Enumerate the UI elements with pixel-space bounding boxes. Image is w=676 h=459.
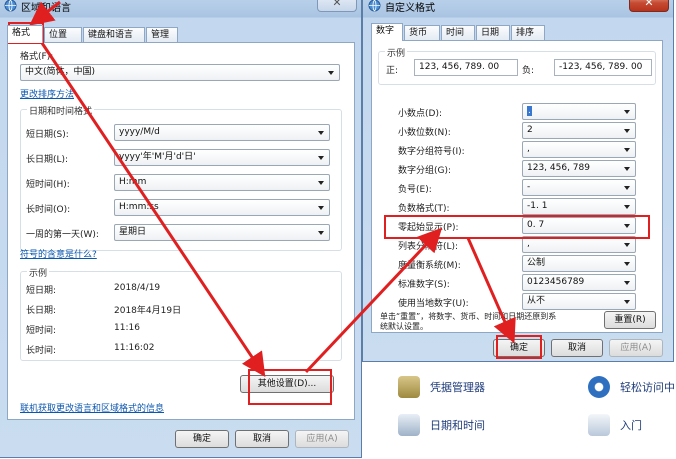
accessibility-icon	[588, 376, 610, 398]
negative-format-label: 负数格式(T):	[398, 204, 450, 214]
left-titlebar: 区域和语言 ✕	[0, 0, 361, 17]
right-window-title: 自定义格式	[385, 3, 435, 14]
example-group-title: 示例	[27, 266, 50, 279]
negative-format-dropdown[interactable]: -1. 1	[522, 198, 636, 215]
example-short-time-value: 11:16	[114, 323, 140, 333]
standard-digits-label: 标准数字(S):	[398, 280, 450, 290]
highlight-ok-button	[496, 335, 542, 359]
tab-keyboard-language[interactable]: 键盘和语言	[83, 27, 145, 42]
decimal-digits-label: 小数位数(N):	[398, 128, 451, 138]
left-close-button[interactable]: ✕	[317, 0, 357, 12]
globe-icon	[4, 0, 17, 12]
online-info-link[interactable]: 联机获取更改语言和区域格式的信息	[20, 401, 164, 414]
reset-button[interactable]: 重置(R)	[604, 311, 656, 329]
negative-label: 负:	[522, 66, 535, 76]
tab-admin[interactable]: 管理	[146, 27, 178, 42]
long-date-dropdown[interactable]: yyyy'年'M'月'd'日'	[114, 149, 330, 166]
positive-example-field: 123, 456, 789. 00	[414, 59, 518, 76]
short-date-dropdown[interactable]: yyyy/M/d	[114, 124, 330, 141]
short-date-label: 短日期(S):	[26, 130, 69, 140]
example-long-time-value: 11:16:02	[114, 343, 155, 353]
example-long-date-label: 长日期:	[26, 306, 57, 316]
getting-started-icon	[588, 414, 610, 436]
long-time-label: 长时间(O):	[26, 205, 71, 215]
digit-grouping-symbol-dropdown[interactable]: ,	[522, 141, 636, 158]
vault-icon	[398, 376, 420, 398]
list-separator-label: 列表分隔符(L):	[398, 242, 459, 252]
right-apply-button[interactable]: 应用(A)	[609, 339, 663, 357]
long-time-dropdown[interactable]: H:mm:ss	[114, 199, 330, 216]
standard-digits-dropdown[interactable]: 0123456789	[522, 274, 636, 291]
tab-sort[interactable]: 排序	[511, 25, 545, 40]
change-sort-link[interactable]: 更改排序方法	[20, 87, 74, 100]
example-short-date-label: 短日期:	[26, 286, 57, 296]
tab-date[interactable]: 日期	[476, 25, 510, 40]
format-label: 格式(F):	[20, 52, 54, 62]
right-cancel-button[interactable]: 取消	[551, 339, 603, 357]
number-panel: 示例 正: 123, 456, 789. 00 负: -123, 456, 78…	[371, 40, 663, 333]
left-apply-button[interactable]: 应用(A)	[295, 430, 349, 448]
decimal-symbol-dropdown[interactable]: .	[522, 103, 636, 120]
first-day-dropdown[interactable]: 星期日	[114, 224, 330, 241]
positive-label: 正:	[386, 66, 399, 76]
tab-currency[interactable]: 货币	[404, 25, 440, 40]
credential-manager-item[interactable]: 凭据管理器	[398, 376, 485, 398]
right-tab-strip: 数字 货币 时间 日期 排序	[371, 23, 661, 41]
left-cancel-button[interactable]: 取消	[235, 430, 289, 448]
example-long-time-label: 长时间:	[26, 346, 57, 356]
tab-format[interactable]: 格式	[7, 25, 43, 43]
right-titlebar: 自定义格式 ✕	[363, 0, 673, 17]
first-day-label: 一周的第一天(W):	[26, 230, 99, 240]
decimal-digits-dropdown[interactable]: 2	[522, 122, 636, 139]
calendar-clock-icon	[398, 414, 420, 436]
example-long-date-value: 2018年4月19日	[114, 306, 182, 316]
symbols-meaning-link[interactable]: 符号的含意是什么?	[20, 247, 97, 260]
date-time-label: 日期和时间	[430, 419, 485, 432]
ease-of-access-label: 轻松访问中	[620, 381, 675, 394]
getting-started-item[interactable]: 入门	[588, 414, 642, 436]
tab-location[interactable]: 位置	[44, 27, 82, 42]
negative-sign-label: 负号(E):	[398, 185, 432, 195]
getting-started-label: 入门	[620, 419, 642, 432]
reset-hint-line2: 统默认设置。	[380, 322, 428, 331]
digit-grouping-label: 数字分组(G):	[398, 166, 452, 176]
short-time-dropdown[interactable]: H:mm	[114, 174, 330, 191]
digit-grouping-dropdown[interactable]: 123, 456, 789	[522, 160, 636, 177]
number-example-title: 示例	[385, 46, 408, 59]
customize-format-window: 自定义格式 ✕ 数字 货币 时间 日期 排序 示例 正: 123, 456, 7…	[362, 0, 674, 362]
native-digits-dropdown[interactable]: 从不	[522, 293, 636, 310]
long-date-label: 长日期(L):	[26, 155, 69, 165]
native-digits-label: 使用当地数字(U):	[398, 299, 469, 309]
tab-time[interactable]: 时间	[441, 25, 475, 40]
left-window-title: 区域和语言	[21, 3, 71, 14]
example-short-time-label: 短时间:	[26, 326, 57, 336]
globe-icon	[368, 0, 381, 12]
tab-number[interactable]: 数字	[371, 23, 403, 41]
date-time-item[interactable]: 日期和时间	[398, 414, 485, 436]
measurement-system-label: 度量衡系统(M):	[398, 261, 461, 271]
short-time-label: 短时间(H):	[26, 180, 70, 190]
control-panel-area: 凭据管理器 轻松访问中 日期和时间 入门	[362, 362, 676, 459]
format-dropdown[interactable]: 中文(简体，中国)	[20, 64, 340, 81]
datetime-group-title: 日期和时间格式	[27, 104, 95, 117]
negative-sign-dropdown[interactable]: -	[522, 179, 636, 196]
negative-example-field: -123, 456, 789. 00	[554, 59, 652, 76]
left-format-panel: 格式(F): 中文(简体，中国) 更改排序方法 日期和时间格式 短日期(S): …	[7, 42, 355, 420]
credential-manager-label: 凭据管理器	[430, 381, 485, 394]
highlight-other-settings	[248, 369, 332, 405]
right-close-button[interactable]: ✕	[629, 0, 669, 12]
example-group: 示例	[20, 266, 342, 361]
highlight-leading-zero-row	[384, 215, 650, 239]
decimal-symbol-value: .	[527, 106, 532, 116]
example-short-date-value: 2018/4/19	[114, 283, 161, 293]
decimal-symbol-label: 小数点(D):	[398, 109, 442, 119]
left-ok-button[interactable]: 确定	[175, 430, 229, 448]
ease-of-access-item[interactable]: 轻松访问中	[588, 376, 675, 398]
left-tab-strip: 格式 位置 键盘和语言 管理	[7, 25, 347, 43]
digit-grouping-symbol-label: 数字分组符号(I):	[398, 147, 465, 157]
measurement-system-dropdown[interactable]: 公制	[522, 255, 636, 272]
